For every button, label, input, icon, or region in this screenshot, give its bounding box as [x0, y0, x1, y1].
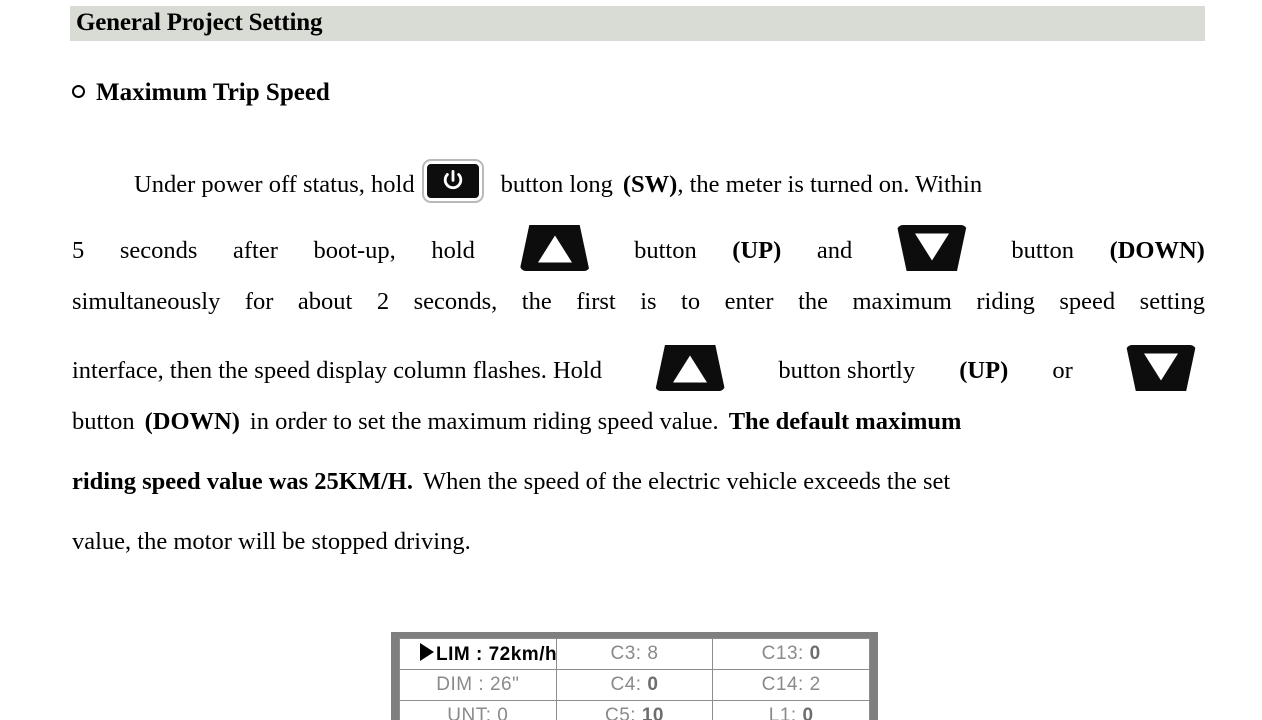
paragraph-line-5: button (DOWN) in order to set the maximu…	[72, 392, 1205, 452]
lcd-settings-table: LIM : 72km/h C3: 8 C13: 0 DIM : 26" C4: …	[399, 638, 870, 720]
lcd-cell-c3-label: C3:	[610, 643, 642, 664]
lcd-cell-unit-label: UNT: 0	[447, 705, 509, 720]
lcd-cell-limit-label: LIM : 72km/h	[436, 643, 558, 665]
lcd-cell-unit[interactable]: UNT: 0	[399, 700, 557, 720]
line5-text-c: in order to set the maximum riding speed…	[249, 408, 719, 435]
table-row[interactable]: UNT: 0 C5: 10 L1: 0	[399, 700, 870, 720]
lcd-cell-c5-value: 10	[641, 705, 664, 720]
line4-text-d: or	[1052, 357, 1073, 384]
lcd-cell-c13[interactable]: C13: 0	[712, 638, 870, 670]
line1-text-b: button long	[500, 171, 613, 198]
lcd-cell-c4-value: 0	[647, 674, 659, 695]
paragraph-line-1: Under power off status, hold button long…	[72, 152, 1205, 212]
lcd-cell-c13-value: 0	[809, 643, 821, 664]
paragraph-line-7: value, the motor will be stopped driving…	[72, 512, 1205, 572]
paragraph-line-6: riding speed value was 25KM/H. When the …	[72, 452, 1205, 512]
selection-triangle-icon	[420, 642, 434, 661]
lcd-cell-dim-label: DIM : 26"	[436, 674, 520, 695]
lcd-cell-c3[interactable]: C3: 8	[555, 638, 714, 670]
lcd-cell-c14-label: C14:	[761, 674, 804, 695]
line6-text-b: When the speed of the electric vehicle e…	[422, 468, 951, 495]
page-title: General Project Setting	[76, 9, 323, 36]
up-arrow-button-icon	[516, 222, 593, 274]
table-row[interactable]: LIM : 72km/h C3: 8 C13: 0	[399, 638, 870, 670]
line3-text: simultaneously for about 2 seconds, the …	[72, 288, 1205, 315]
line5-text-a: button	[72, 408, 135, 435]
lcd-cell-l1[interactable]: L1: 0	[712, 700, 870, 720]
lcd-cell-c5-label: C5:	[604, 705, 637, 720]
power-button-icon	[423, 161, 482, 201]
down-arrow-button-icon	[893, 222, 970, 274]
lcd-cell-c4[interactable]: C4: 0	[555, 669, 714, 701]
line1-text-a: Under power off status, hold	[134, 171, 415, 198]
table-row[interactable]: DIM : 26" C4: 0 C14: 2	[399, 669, 870, 701]
lcd-cell-dim[interactable]: DIM : 26"	[399, 669, 557, 701]
line4-text-up: (UP)	[959, 357, 1009, 384]
instructions-paragraph: Under power off status, hold button long…	[72, 152, 1205, 572]
lcd-cell-c5[interactable]: C5: 10	[555, 700, 714, 720]
hollow-circle-icon	[72, 85, 85, 98]
power-symbol-icon	[443, 170, 462, 190]
paragraph-line-2: 5 seconds after boot-up, hold button (UP…	[72, 212, 1205, 274]
line5-text-d: The default maximum	[728, 408, 962, 435]
lcd-cell-c13-label: C13:	[761, 643, 804, 664]
lcd-cell-l1-value: 0	[802, 705, 814, 720]
section-heading-bar: General Project Setting	[70, 6, 1205, 41]
lcd-settings-screenshot: LIM : 72km/h C3: 8 C13: 0 DIM : 26" C4: …	[391, 632, 878, 720]
up-arrow-button-icon	[652, 342, 729, 394]
line1-text-sw: (SW)	[622, 171, 678, 198]
lcd-cell-c3-value: 8	[647, 643, 659, 664]
subsection-heading-label: Maximum Trip Speed	[96, 79, 330, 106]
lcd-cell-c14-value: 2	[809, 674, 821, 695]
line6-text-default-speed: riding speed value was 25KM/H.	[72, 468, 413, 495]
subsection-heading: Maximum Trip Speed	[72, 79, 330, 107]
line1-text-d: , the meter is turned on. Within	[677, 171, 983, 198]
paragraph-line-4: interface, then the speed display column…	[72, 332, 1205, 394]
line5-text-down: (DOWN)	[144, 408, 240, 435]
lcd-cell-c4-label: C4:	[610, 674, 642, 695]
lcd-cell-limit[interactable]: LIM : 72km/h	[399, 638, 558, 670]
down-arrow-button-icon	[1122, 342, 1199, 394]
line7-text: value, the motor will be stopped driving…	[72, 528, 471, 555]
paragraph-line-3: simultaneously for about 2 seconds, the …	[72, 272, 1205, 332]
lcd-cell-l1-label: L1:	[768, 705, 797, 720]
lcd-cell-c14[interactable]: C14: 2	[712, 669, 870, 701]
